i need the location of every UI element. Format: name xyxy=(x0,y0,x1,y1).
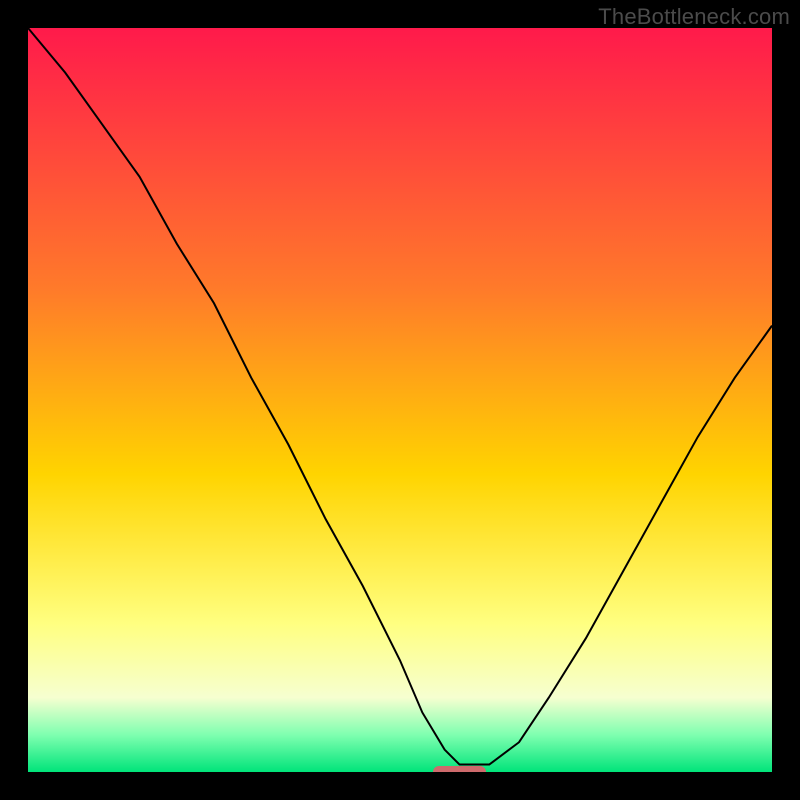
watermark-text: TheBottleneck.com xyxy=(598,4,790,30)
bottleneck-curve xyxy=(28,28,772,772)
plot-area xyxy=(28,28,772,772)
chart-frame: TheBottleneck.com xyxy=(0,0,800,800)
curve-path xyxy=(28,28,772,765)
optimal-marker xyxy=(433,766,485,772)
